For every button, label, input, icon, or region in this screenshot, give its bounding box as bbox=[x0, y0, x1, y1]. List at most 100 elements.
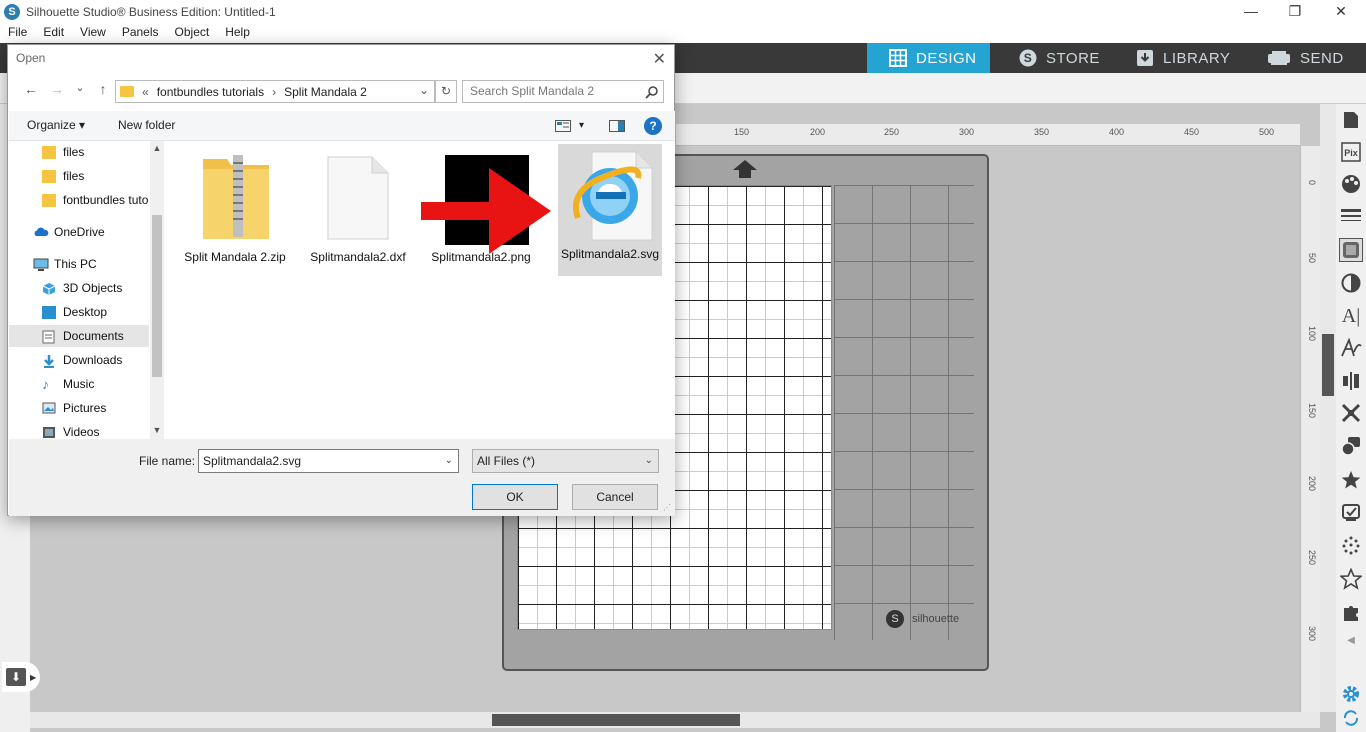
file-item-zip[interactable]: Split Mandala 2.zip bbox=[183, 147, 287, 275]
breadcrumb-overflow[interactable]: « bbox=[142, 85, 149, 99]
folder-icon bbox=[120, 86, 134, 97]
tab-library-label: LIBRARY bbox=[1163, 49, 1231, 67]
view-dropdown-icon[interactable]: ▾ bbox=[579, 120, 584, 131]
nav-item-this-pc[interactable]: This PC bbox=[9, 253, 149, 275]
menu-help[interactable]: Help bbox=[217, 24, 258, 43]
tab-store-label: STORE bbox=[1046, 49, 1100, 67]
import-button[interactable]: ⬇ ▶ bbox=[2, 662, 40, 692]
nav-item-music[interactable]: ♪ Music bbox=[9, 373, 149, 395]
preview-pane-icon[interactable] bbox=[609, 120, 625, 135]
nav-item-files[interactable]: files bbox=[9, 141, 149, 163]
texture-fill-icon[interactable] bbox=[1339, 238, 1363, 262]
nav-item-fontbundles[interactable]: fontbundles tuto bbox=[9, 189, 149, 211]
tab-design[interactable]: DESIGN bbox=[867, 43, 990, 73]
chevron-down-icon[interactable]: ⌄ bbox=[645, 450, 653, 472]
align-icon[interactable] bbox=[1339, 369, 1363, 393]
title-bar: S Silhouette Studio® Business Edition: U… bbox=[0, 0, 1366, 24]
nav-item-label: OneDrive bbox=[54, 225, 105, 239]
nav-item-videos[interactable]: Videos bbox=[9, 421, 149, 439]
organize-menu[interactable]: Organize ▾ bbox=[27, 118, 85, 132]
fill-palette-icon[interactable] bbox=[1339, 172, 1363, 196]
modify-icon[interactable] bbox=[1339, 401, 1363, 425]
sync-icon[interactable] bbox=[1339, 706, 1363, 730]
up-arrow-icon[interactable]: ↑ bbox=[90, 81, 116, 97]
filetype-select[interactable]: All Files (*) ⌄ bbox=[472, 449, 659, 473]
line-style-icon[interactable] bbox=[1339, 204, 1363, 228]
nav-item-desktop[interactable]: Desktop bbox=[9, 301, 149, 323]
rhinestone-icon[interactable] bbox=[1339, 534, 1363, 558]
file-item-svg[interactable]: Splitmandala2.svg bbox=[558, 144, 662, 276]
new-folder-button[interactable]: New folder bbox=[118, 118, 175, 132]
close-window-button[interactable]: ✕ bbox=[1318, 0, 1364, 24]
nav-pane-scroll-thumb[interactable] bbox=[152, 215, 162, 377]
filename-input[interactable]: Splitmandala2.svg ⌄ bbox=[198, 449, 459, 473]
nav-item-label: Pictures bbox=[63, 401, 107, 415]
vertical-scrollbar[interactable] bbox=[1320, 104, 1336, 712]
back-arrow-icon[interactable]: ← bbox=[18, 81, 44, 97]
nav-item-pictures[interactable]: Pictures bbox=[9, 397, 149, 419]
menu-edit[interactable]: Edit bbox=[35, 24, 72, 43]
menu-panels[interactable]: Panels bbox=[114, 24, 167, 43]
file-name: Split Mandala 2.zip bbox=[184, 250, 286, 264]
menu-object[interactable]: Object bbox=[167, 24, 218, 43]
refresh-button[interactable]: ↻ bbox=[435, 80, 457, 103]
tab-send[interactable]: SEND bbox=[1267, 43, 1366, 73]
text-style-icon[interactable]: A| bbox=[1339, 304, 1363, 328]
scroll-up-icon[interactable]: ▲ bbox=[150, 143, 164, 153]
settings-gear-icon[interactable] bbox=[1339, 682, 1363, 706]
sketch-icon[interactable] bbox=[1339, 336, 1363, 360]
view-options-icon[interactable] bbox=[555, 120, 571, 135]
menu-view[interactable]: View bbox=[72, 24, 114, 43]
search-input[interactable]: Search Split Mandala 2 bbox=[462, 80, 664, 103]
help-icon[interactable]: ? bbox=[644, 117, 662, 135]
breadcrumb-current[interactable]: Split Mandala 2 bbox=[284, 85, 367, 99]
nav-item-label: files bbox=[63, 145, 85, 159]
nav-item-3d-objects[interactable]: 3D Objects bbox=[9, 277, 149, 299]
ruler-tick: 200 bbox=[1307, 476, 1317, 492]
collapse-panel-icon[interactable]: ◀ bbox=[1339, 628, 1363, 652]
nav-pane-scrollbar[interactable]: ▲ ▼ bbox=[150, 141, 164, 439]
address-dropdown-icon[interactable]: ⌄ bbox=[419, 83, 429, 97]
menu-file[interactable]: File bbox=[0, 24, 35, 43]
nav-item-onedrive[interactable]: OneDrive bbox=[9, 221, 149, 243]
address-bar[interactable]: « fontbundles tutorials › Split Mandala … bbox=[115, 80, 435, 103]
nav-item-documents[interactable]: Documents bbox=[9, 325, 149, 347]
minimize-button[interactable]: — bbox=[1228, 0, 1274, 24]
folder-icon bbox=[42, 145, 56, 159]
tab-store[interactable]: S STORE bbox=[1019, 43, 1119, 73]
vertical-ruler: 0 50 100 150 200 250 300 bbox=[1300, 146, 1320, 712]
grid-icon bbox=[889, 49, 907, 67]
nesting-puzzle-icon[interactable] bbox=[1339, 600, 1363, 624]
transparency-icon[interactable] bbox=[1339, 271, 1363, 295]
page-setup-icon[interactable] bbox=[1339, 108, 1363, 132]
search-placeholder: Search Split Mandala 2 bbox=[470, 84, 595, 98]
dialog-close-button[interactable]: ✕ bbox=[653, 49, 666, 69]
cancel-button[interactable]: Cancel bbox=[572, 484, 658, 510]
file-item-dxf[interactable]: Splitmandala2.dxf bbox=[306, 147, 410, 275]
ruler-tick: 150 bbox=[1307, 403, 1317, 419]
offset-outline-star-icon[interactable] bbox=[1339, 567, 1363, 591]
ruler-tick: 400 bbox=[1109, 127, 1125, 137]
resize-grip-icon[interactable]: ⋰ bbox=[663, 503, 671, 512]
vertical-scroll-thumb[interactable] bbox=[1322, 334, 1334, 396]
offset-star-icon[interactable] bbox=[1339, 468, 1363, 492]
import-download-icon: ⬇ bbox=[6, 668, 26, 686]
restore-button[interactable]: ❐ bbox=[1272, 0, 1318, 24]
recent-locations-icon[interactable]: ⌄ bbox=[70, 81, 90, 97]
ok-button[interactable]: OK bbox=[472, 484, 558, 510]
horizontal-scroll-thumb[interactable] bbox=[492, 714, 740, 726]
tab-library[interactable]: LIBRARY bbox=[1136, 43, 1246, 73]
nav-item-downloads[interactable]: Downloads bbox=[9, 349, 149, 371]
replicate-icon[interactable] bbox=[1339, 434, 1363, 458]
chevron-down-icon[interactable]: ⌄ bbox=[445, 450, 453, 472]
nav-item-files-2[interactable]: files bbox=[9, 165, 149, 187]
open-file-dialog: Open ✕ ← → ⌄ ↑ « fontbundles tutorials ›… bbox=[7, 44, 675, 516]
trace-icon[interactable] bbox=[1339, 501, 1363, 525]
ruler-tick: 250 bbox=[1307, 550, 1317, 566]
forward-arrow-icon[interactable]: → bbox=[44, 81, 70, 97]
scroll-down-icon[interactable]: ▼ bbox=[150, 425, 164, 435]
breadcrumb-parent[interactable]: fontbundles tutorials bbox=[157, 85, 264, 99]
horizontal-scrollbar[interactable] bbox=[30, 712, 1320, 728]
pixscan-icon[interactable]: Pix bbox=[1339, 140, 1363, 164]
mat-feed-arrow-stem bbox=[739, 170, 751, 178]
